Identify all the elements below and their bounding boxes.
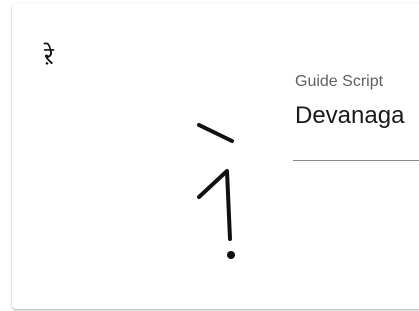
guide-script-select[interactable]: Devanaga [295,102,404,130]
character-card: ऱे Guide Script Devanaga [12,4,419,309]
guide-script-underline [293,160,419,161]
target-character: ऱे [44,42,54,70]
guide-script-label: Guide Script [295,73,384,90]
drawn-glyph-icon[interactable] [187,119,267,269]
